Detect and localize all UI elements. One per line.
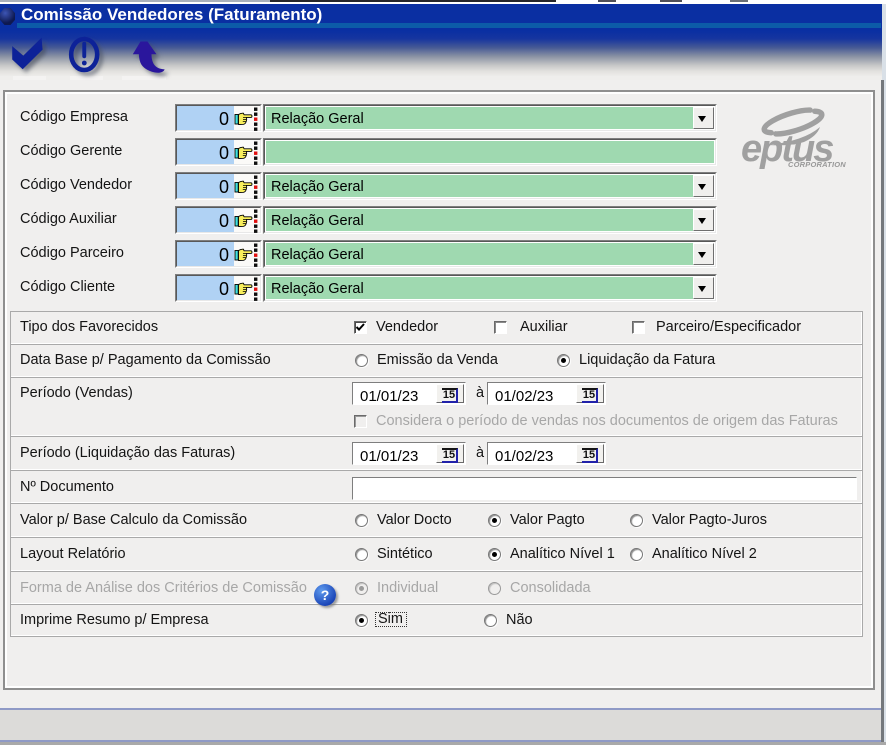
svg-text:CORPORATION: CORPORATION [788,160,846,169]
